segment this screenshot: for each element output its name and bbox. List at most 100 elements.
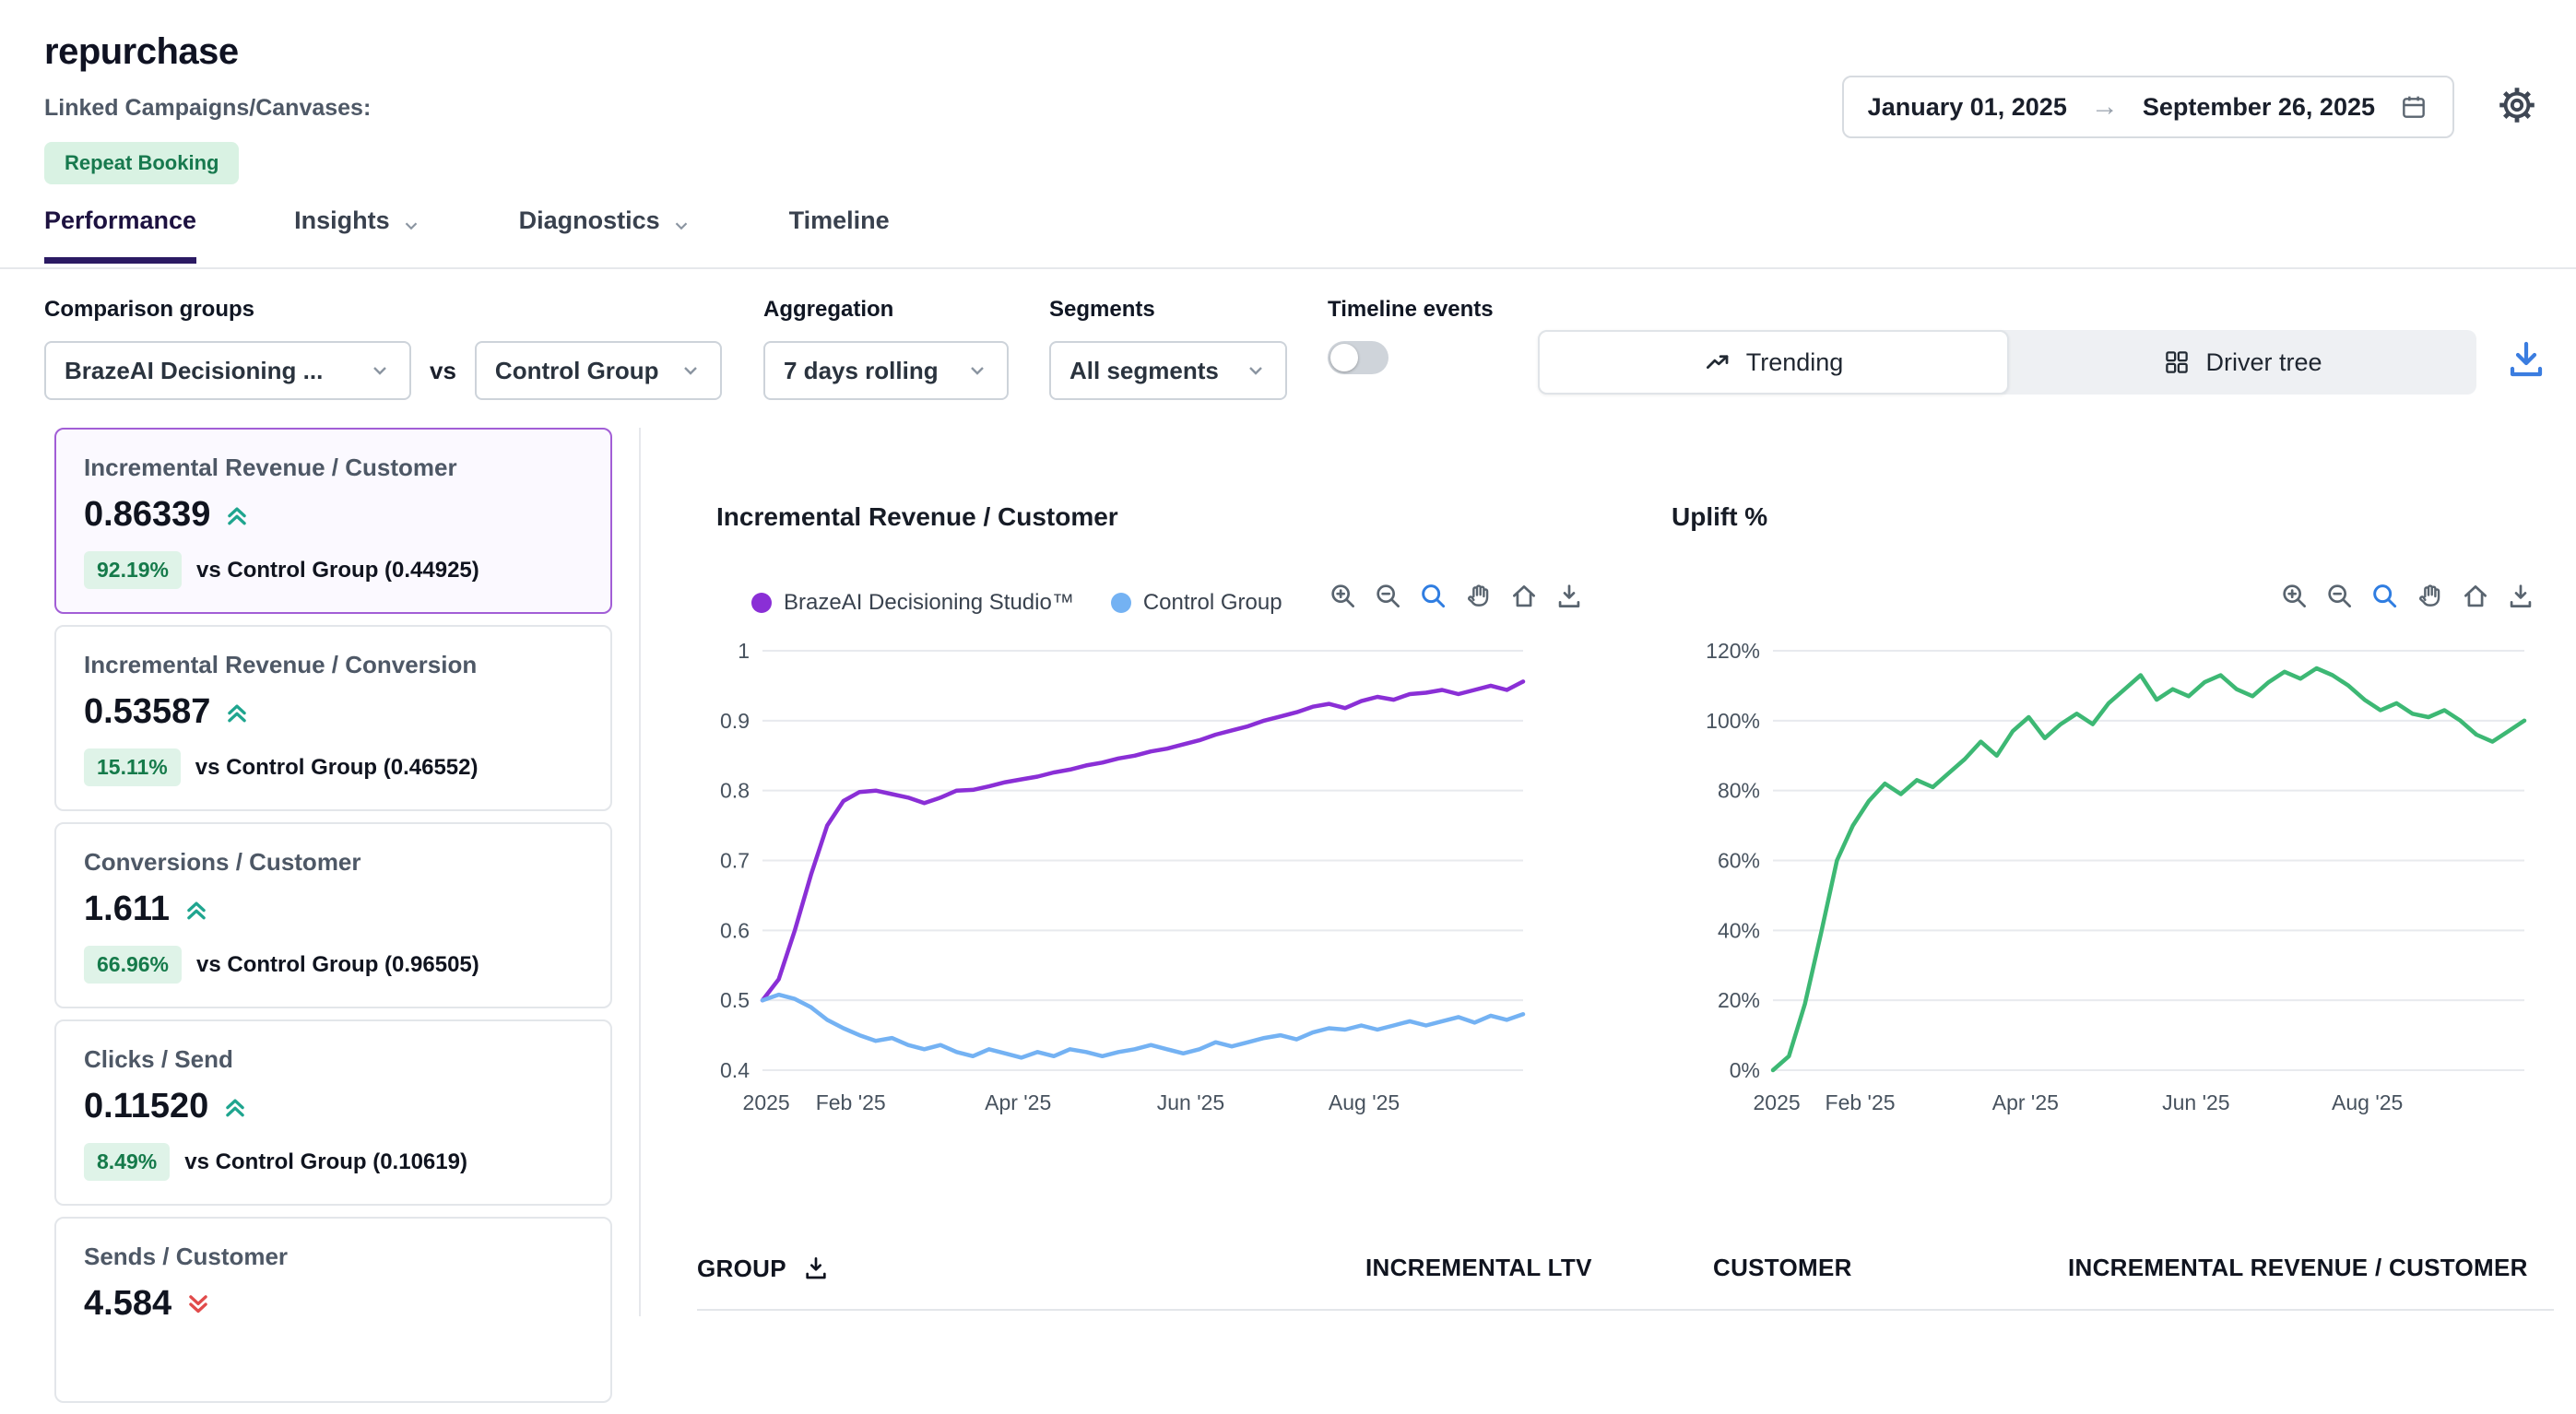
zoom-out-icon[interactable] — [1373, 581, 1404, 612]
chart-modebar — [2279, 581, 2536, 612]
metric-card-incremental-revenue-conversion[interactable]: Incremental Revenue / Conversion 0.53587… — [54, 625, 612, 811]
metric-title: Incremental Revenue / Customer — [84, 454, 583, 482]
column-customer: CUSTOMER — [1713, 1254, 1852, 1282]
download-icon[interactable] — [2504, 337, 2548, 382]
legend-item-brazeai[interactable]: BrazeAI Decisioning Studio™ — [751, 590, 1074, 616]
svg-text:2025: 2025 — [743, 1090, 790, 1114]
comparison-groups: Comparison groups BrazeAI Decisioning ..… — [44, 297, 722, 400]
box-zoom-icon[interactable] — [1418, 581, 1449, 612]
column-incremental-ltv: INCREMENTAL LTV — [1365, 1254, 1592, 1282]
svg-text:0.6: 0.6 — [720, 918, 750, 942]
home-icon[interactable] — [2460, 581, 2491, 612]
svg-text:Aug '25: Aug '25 — [2332, 1090, 2403, 1114]
metric-card-sends-customer[interactable]: Sends / Customer 4.584 — [54, 1217, 612, 1403]
aggregation-dropdown[interactable]: 7 days rolling — [763, 341, 1009, 400]
header: repurchase Linked Campaigns/Canvases: Re… — [44, 31, 371, 184]
date-start: January 01, 2025 — [1868, 93, 2067, 122]
svg-text:Feb '25: Feb '25 — [816, 1090, 886, 1114]
download-table-icon[interactable] — [801, 1254, 831, 1283]
linked-campaigns-label: Linked Campaigns/Canvases: — [44, 95, 371, 122]
metric-card-clicks-send[interactable]: Clicks / Send 0.11520 8.49% vs Control G… — [54, 1019, 612, 1206]
column-label: GROUP — [697, 1255, 786, 1283]
group-a-dropdown[interactable]: BrazeAI Decisioning ... — [44, 341, 411, 400]
tabs-divider — [0, 267, 2576, 269]
pan-hand-icon[interactable] — [1463, 581, 1495, 612]
zoom-in-icon[interactable] — [1328, 581, 1359, 612]
metric-value: 0.11520 — [84, 1087, 208, 1126]
driver-tree-button[interactable]: Driver tree — [2009, 330, 2476, 395]
tab-bar: Performance Insights Diagnostics Timelin… — [44, 206, 890, 264]
trending-label: Trending — [1746, 348, 1844, 377]
tab-timeline[interactable]: Timeline — [789, 206, 890, 264]
chevron-down-icon — [671, 216, 691, 236]
trend-up-icon — [223, 699, 251, 726]
view-switcher: Trending Driver tree — [1538, 330, 2476, 395]
segments-label: Segments — [1049, 297, 1287, 323]
legend-dot-blue — [1111, 593, 1131, 613]
tab-label: Performance — [44, 206, 196, 235]
timeline-events-label: Timeline events — [1328, 297, 1494, 323]
svg-text:Apr '25: Apr '25 — [985, 1090, 1051, 1114]
svg-text:0.7: 0.7 — [720, 849, 750, 873]
svg-text:Aug '25: Aug '25 — [1329, 1090, 1400, 1114]
gear-icon[interactable] — [2495, 83, 2539, 127]
svg-text:60%: 60% — [1718, 849, 1760, 873]
aggregation-label: Aggregation — [763, 297, 1009, 323]
svg-text:80%: 80% — [1718, 779, 1760, 803]
metric-vs-text: vs Control Group (0.44925) — [196, 558, 479, 583]
chart-title-uplift: Uplift % — [1672, 502, 1767, 532]
box-zoom-icon[interactable] — [2369, 581, 2401, 612]
zoom-out-icon[interactable] — [2324, 581, 2356, 612]
metric-value: 1.611 — [84, 890, 170, 929]
trend-up-icon — [223, 501, 251, 529]
page-title: repurchase — [44, 31, 371, 73]
chevron-down-icon — [679, 359, 702, 382]
zoom-in-icon[interactable] — [2279, 581, 2310, 612]
svg-text:2025: 2025 — [1753, 1090, 1800, 1114]
svg-text:120%: 120% — [1706, 639, 1760, 663]
incremental-revenue-chart[interactable]: 0.40.50.60.70.80.912025Feb '25Apr '25Jun… — [684, 632, 1537, 1121]
driver-tree-icon — [2163, 348, 2191, 376]
group-a-value: BrazeAI Decisioning ... — [65, 357, 323, 385]
tab-performance[interactable]: Performance — [44, 206, 196, 264]
svg-text:Jun '25: Jun '25 — [1157, 1090, 1224, 1114]
chart-title-incremental-revenue: Incremental Revenue / Customer — [716, 502, 1118, 532]
legend-label: Control Group — [1143, 590, 1282, 616]
chevron-down-icon — [1245, 359, 1267, 382]
trend-up-icon — [183, 896, 210, 924]
download-chart-icon[interactable] — [2505, 581, 2536, 612]
linked-campaign-chip[interactable]: Repeat Booking — [44, 142, 239, 184]
download-chart-icon[interactable] — [1554, 581, 1585, 612]
trending-button[interactable]: Trending — [1538, 330, 2009, 395]
metric-value: 4.584 — [84, 1284, 171, 1324]
metric-sidebar: Incremental Revenue / Customer 0.86339 9… — [54, 428, 612, 1414]
date-range-picker[interactable]: January 01, 2025 → September 26, 2025 — [1842, 76, 2454, 138]
arrow-right-icon: → — [2091, 91, 2119, 123]
trend-down-icon — [184, 1290, 212, 1318]
pan-hand-icon[interactable] — [2415, 581, 2446, 612]
trending-icon — [1704, 348, 1731, 376]
timeline-events-toggle[interactable] — [1328, 341, 1388, 374]
comparison-groups-label: Comparison groups — [44, 297, 722, 323]
chevron-down-icon — [966, 359, 988, 382]
group-b-value: Control Group — [495, 357, 659, 385]
legend-item-control-group[interactable]: Control Group — [1111, 590, 1282, 616]
chevron-down-icon — [369, 359, 391, 382]
metric-vs-text: vs Control Group (0.46552) — [195, 755, 479, 781]
chart-modebar — [1328, 581, 1585, 612]
home-icon[interactable] — [1508, 581, 1540, 612]
uplift-chart[interactable]: 0%20%40%60%80%100%120%2025Feb '25Apr '25… — [1685, 632, 2538, 1121]
metric-vs-text: vs Control Group (0.10619) — [184, 1149, 467, 1175]
table-header-divider — [697, 1309, 2554, 1311]
metric-value: 0.53587 — [84, 692, 210, 732]
group-b-dropdown[interactable]: Control Group — [475, 341, 722, 400]
tab-insights[interactable]: Insights — [294, 206, 421, 264]
date-end: September 26, 2025 — [2143, 93, 2375, 122]
segments-dropdown[interactable]: All segments — [1049, 341, 1287, 400]
svg-text:Jun '25: Jun '25 — [2162, 1090, 2229, 1114]
legend-dot-purple — [751, 593, 772, 613]
metric-card-incremental-revenue-customer[interactable]: Incremental Revenue / Customer 0.86339 9… — [54, 428, 612, 614]
tab-label: Insights — [294, 206, 390, 235]
metric-card-conversions-customer[interactable]: Conversions / Customer 1.611 66.96% vs C… — [54, 822, 612, 1008]
tab-diagnostics[interactable]: Diagnostics — [519, 206, 691, 264]
